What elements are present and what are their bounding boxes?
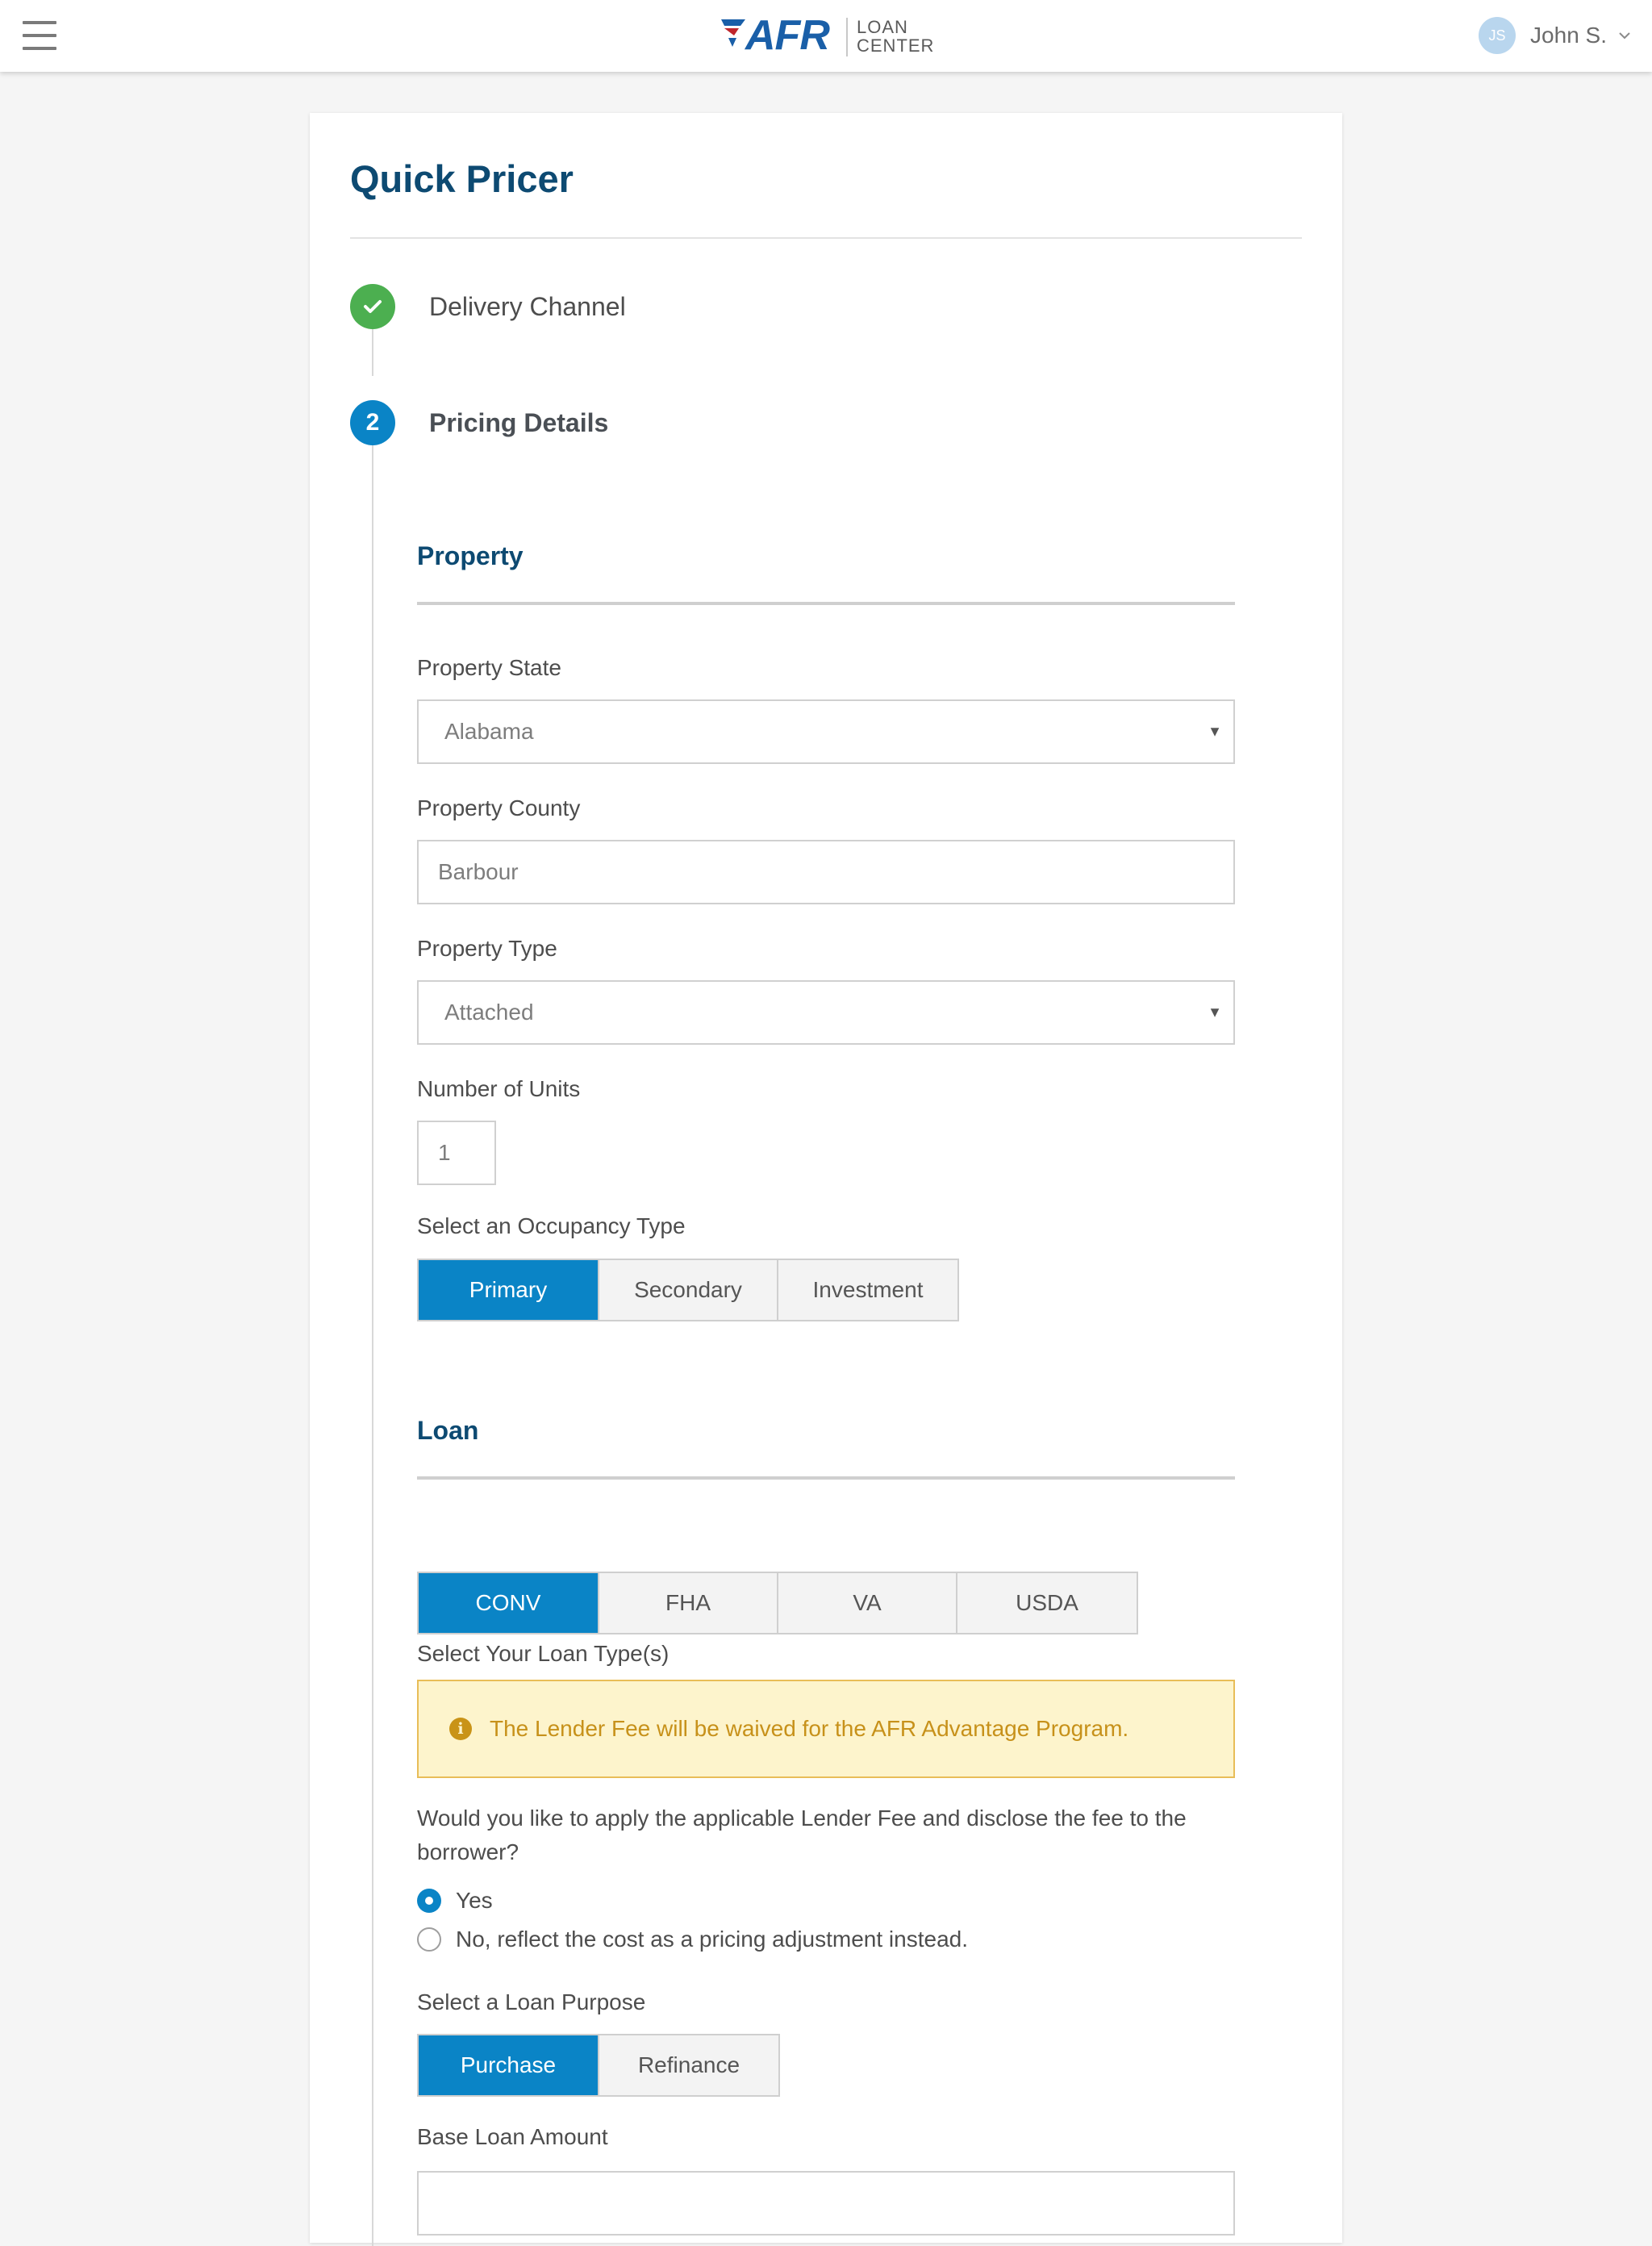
lender-fee-no-radio[interactable]: No, reflect the cost as a pricing adjust… (417, 1925, 968, 1954)
hamburger-icon[interactable] (23, 21, 56, 50)
loan-section-divider (417, 1476, 1235, 1480)
loan-type-toggle: CONV FHA VA USDA (417, 1572, 1138, 1634)
occupancy-investment-button[interactable]: Investment (777, 1260, 957, 1320)
loan-section-title: Loan (417, 1416, 479, 1445)
check-icon (350, 284, 395, 329)
brand-subtitle-line2: CENTER (857, 35, 935, 56)
afr-logo[interactable]: AFR LOAN CENTER (721, 12, 934, 59)
loan-type-usda-button[interactable]: USDA (956, 1573, 1137, 1633)
loan-type-va-button[interactable]: VA (777, 1573, 956, 1633)
property-state-select[interactable]: Alabama ▼ (417, 699, 1235, 764)
caret-down-icon: ▼ (1208, 1004, 1222, 1021)
loan-type-label: Select Your Loan Type(s) (417, 1641, 670, 1666)
top-bar: AFR LOAN CENTER JS John S. (0, 0, 1652, 72)
quick-pricer-card: Quick Pricer Delivery Channel 2 Pricing … (310, 113, 1342, 2246)
loan-purpose-label: Select a Loan Purpose (417, 1989, 646, 2014)
occupancy-type-toggle: Primary Secondary Investment (417, 1259, 959, 1321)
occupancy-type-label: Select an Occupancy Type (417, 1213, 686, 1238)
property-county-value: Barbour (438, 859, 519, 884)
base-loan-amount-field[interactable] (417, 2171, 1235, 2236)
property-section-title: Property (417, 541, 524, 570)
lender-fee-notice-text: The Lender Fee will be waived for the AF… (490, 1716, 1129, 1741)
avatar: JS (1479, 17, 1516, 54)
chevron-down-icon (1619, 32, 1630, 40)
brand-name: AFR (745, 12, 830, 59)
brand-divider (846, 18, 848, 56)
property-county-field[interactable]: Barbour (417, 840, 1235, 904)
loan-purpose-toggle: Purchase Refinance (417, 2034, 780, 2097)
lender-fee-yes-radio[interactable]: Yes (417, 1886, 493, 1915)
brand-subtitle-line1: LOAN (857, 17, 908, 37)
lender-fee-no-label: No, reflect the cost as a pricing adjust… (456, 1927, 968, 1952)
lender-fee-yes-label: Yes (456, 1888, 493, 1913)
property-type-select[interactable]: Attached ▼ (417, 980, 1235, 1045)
step-number-badge: 2 (350, 400, 395, 445)
brand-subtitle: LOAN CENTER (857, 18, 934, 55)
number-of-units-label: Number of Units (417, 1076, 581, 1101)
number-of-units-field[interactable]: 1 (417, 1121, 496, 1185)
loan-purpose-purchase-button[interactable]: Purchase (419, 2035, 598, 2095)
property-type-label: Property Type (417, 936, 557, 961)
step-connector (372, 423, 373, 2246)
page-title: Quick Pricer (350, 157, 574, 200)
property-state-label: Property State (417, 655, 561, 680)
property-section-divider (417, 602, 1235, 605)
caret-down-icon: ▼ (1208, 723, 1222, 740)
occupancy-primary-button[interactable]: Primary (419, 1260, 598, 1320)
lender-fee-notice: i The Lender Fee will be waived for the … (417, 1680, 1235, 1778)
user-menu[interactable]: JS John S. (1479, 16, 1633, 55)
step-delivery-channel[interactable]: Delivery Channel (429, 290, 626, 323)
base-loan-amount-label: Base Loan Amount (417, 2124, 608, 2149)
property-county-label: Property County (417, 795, 581, 820)
loan-type-conv-button[interactable]: CONV (419, 1573, 598, 1633)
user-name: John S. (1530, 23, 1607, 48)
radio-checked-icon (417, 1889, 441, 1913)
property-state-value: Alabama (444, 719, 534, 744)
number-of-units-value: 1 (438, 1140, 451, 1165)
step-pricing-details: Pricing Details (429, 408, 609, 437)
property-type-value: Attached (444, 1000, 534, 1025)
loan-type-fha-button[interactable]: FHA (598, 1573, 777, 1633)
info-icon: i (449, 1718, 472, 1740)
lender-fee-question: Would you like to apply the applicable L… (417, 1806, 1187, 1864)
title-divider (350, 237, 1302, 239)
loan-purpose-refinance-button[interactable]: Refinance (598, 2035, 778, 2095)
occupancy-secondary-button[interactable]: Secondary (598, 1260, 777, 1320)
radio-unchecked-icon (417, 1927, 441, 1952)
